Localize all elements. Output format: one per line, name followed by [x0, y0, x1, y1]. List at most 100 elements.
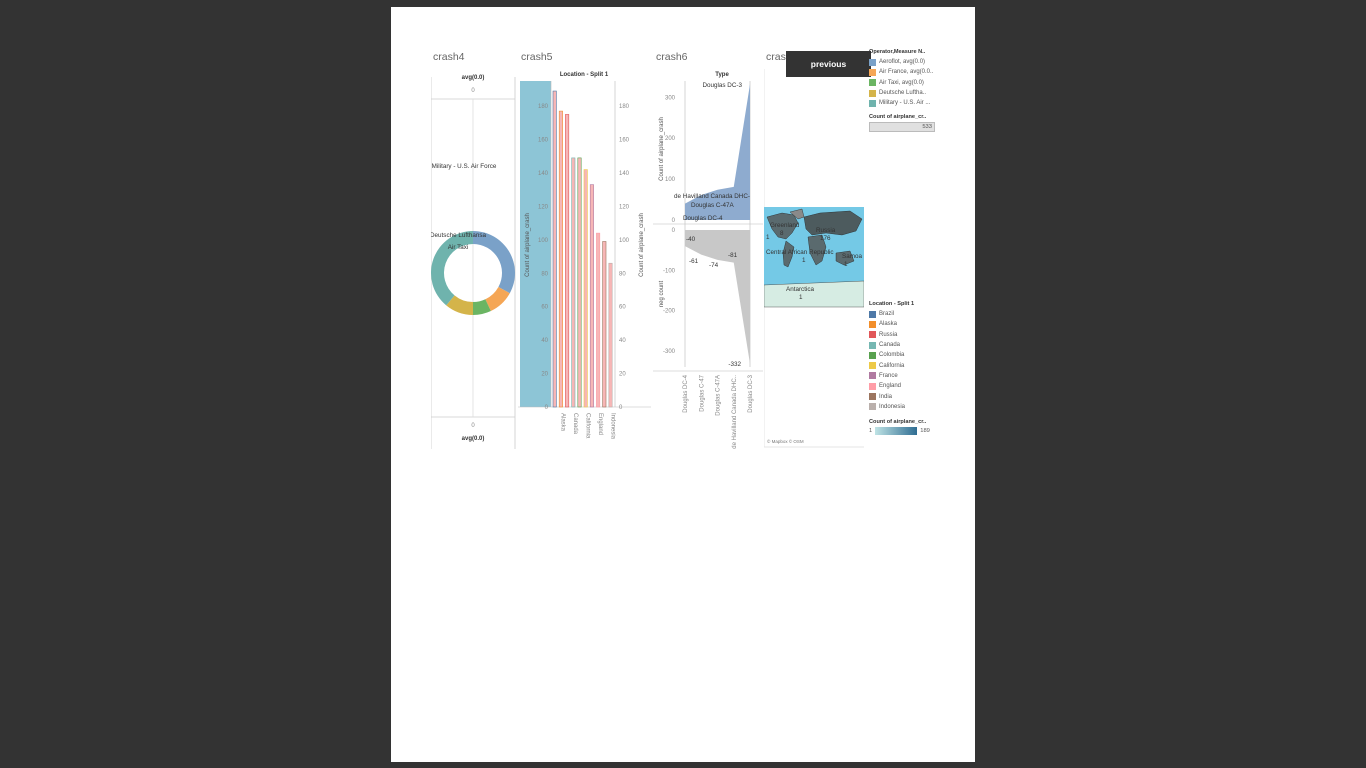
crash4-title: crash4	[433, 51, 465, 63]
operator-legend-item[interactable]: Military - U.S. Air ...	[869, 98, 933, 108]
bar[interactable]	[558, 110, 563, 408]
area-ytick-bottom: -100	[663, 268, 676, 274]
legend-swatch	[869, 68, 876, 76]
operator-legend: Operator,Measure N.. Aeroflot, avg(0.0) A…	[869, 49, 933, 108]
location-legend-item[interactable]: Indonesia	[869, 402, 914, 412]
crash7-map[interactable]: Greenland 8 Russia 176 Central African R…	[764, 69, 864, 449]
area-ytick-top: 100	[665, 177, 676, 183]
area-negative[interactable]	[685, 230, 750, 364]
legend-swatch	[869, 403, 876, 411]
count-legend-bar: 533	[869, 122, 935, 132]
legend-swatch	[869, 99, 876, 107]
bar-ytick-right: 80	[619, 271, 626, 277]
legend-label: Indonesia	[879, 403, 906, 410]
legend-label: Brazil	[879, 311, 895, 318]
crash6-area-chart: Type 0 100 200 300 0 -100 -200 -300 Douglas DC-…	[653, 72, 763, 449]
map-value-central-african-republic: 1	[802, 257, 806, 264]
donut-slice[interactable]	[431, 231, 473, 306]
bar-ytick-left: 120	[538, 204, 549, 210]
operator-legend-title: Operator,Measure N..	[869, 49, 926, 55]
operator-legend-item[interactable]: Air France, avg(0.0..	[869, 67, 933, 77]
bar[interactable]	[577, 157, 582, 408]
area-annotation: de Havilland Canada DHC-	[674, 193, 750, 200]
legend-label: Air Taxi, avg(0.0)	[879, 79, 924, 86]
area-ytick-top: 0	[672, 218, 676, 224]
legend-label: Deutsche Luftha..	[879, 90, 927, 97]
map-label-antarctica: Antarctica	[786, 286, 814, 293]
operator-legend-item[interactable]: Aeroflot, avg(0.0)	[869, 57, 933, 67]
area-annotation: -332	[728, 361, 741, 368]
bar-chart-category-labels: Alaska Canada California England Indonesia	[560, 413, 616, 440]
legend-label: Colombia	[879, 352, 905, 359]
legend-swatch	[869, 310, 876, 318]
bar-ytick-right: 100	[619, 238, 630, 244]
bar-ytick-left: 160	[538, 138, 549, 144]
bar-ytick-left: 80	[541, 271, 548, 277]
area-annotation: -74	[709, 262, 719, 269]
dashboard-page: crash4 avg(0.0) 0 0 avg(0.0) Military - …	[391, 7, 975, 762]
area-chart-ylabel-top: Count of airplane_crash	[659, 117, 665, 181]
location-legend-item[interactable]: Alaska	[869, 319, 914, 329]
legend-label: Military - U.S. Air ...	[879, 100, 931, 107]
operator-legend-item[interactable]: Deutsche Luftha..	[869, 88, 933, 98]
area-ytick-bottom: -300	[663, 349, 676, 355]
donut-slice-label: Military - U.S. Air Force	[432, 163, 497, 170]
crash7-title: cras	[766, 51, 786, 63]
area-annotation: -81	[728, 252, 738, 259]
crash4-donut-chart: avg(0.0) 0 0 avg(0.0) Military - U.S. Ai…	[431, 75, 516, 449]
bar[interactable]	[596, 232, 601, 408]
location-legend-item[interactable]: California	[869, 360, 914, 370]
area-category-label: Douglas C-47	[699, 374, 705, 411]
location-legend-item[interactable]: Colombia	[869, 350, 914, 360]
bar-ytick-right: 20	[619, 372, 626, 378]
donut-top-axis-label: avg(0.0)	[462, 75, 485, 81]
bar-ytick-right: 120	[619, 204, 630, 210]
area-annotation: Douglas DC-3	[702, 82, 742, 89]
bar-category-label: Canada	[572, 413, 578, 435]
legend-label: Aeroflot, avg(0.0)	[879, 59, 926, 66]
bar[interactable]	[552, 90, 557, 408]
area-chart-ylabel-bottom: neg count	[659, 280, 665, 307]
bar-ytick-right: 140	[619, 171, 630, 177]
area-ytick-top: 300	[665, 95, 676, 101]
bar[interactable]	[589, 184, 594, 408]
map-label-samoa: Samoa	[842, 253, 862, 260]
area-category-label: de Havilland Canada DHC..	[732, 375, 738, 449]
donut-slice[interactable]	[473, 231, 515, 294]
gradient-bar	[875, 427, 918, 435]
location-legend-item[interactable]: India	[869, 391, 914, 401]
operator-legend-item[interactable]: Air Taxi, avg(0.0)	[869, 78, 933, 88]
bar[interactable]	[608, 262, 613, 408]
location-legend-item[interactable]: Russia	[869, 330, 914, 340]
legend-swatch	[869, 341, 876, 349]
bar-ytick-right: 180	[619, 104, 630, 110]
previous-button[interactable]: previous	[786, 51, 871, 77]
crash6-title: crash6	[656, 51, 688, 63]
area-ytick-top: 200	[665, 136, 676, 142]
map-value-samoa: 1	[844, 261, 848, 268]
location-legend-item[interactable]: Brazil	[869, 309, 914, 319]
legend-label: France	[879, 372, 898, 379]
bar[interactable]	[565, 114, 570, 408]
bar-ytick-right: 0	[619, 405, 623, 411]
location-legend-item[interactable]: Canada	[869, 340, 914, 350]
legend-swatch	[869, 89, 876, 97]
bar-ytick-right: 60	[619, 305, 626, 311]
area-ytick-bottom: 0	[672, 228, 676, 234]
location-legend-item[interactable]: France	[869, 371, 914, 381]
area-chart-title: Type	[715, 72, 729, 78]
bar[interactable]	[571, 157, 576, 408]
legend-swatch	[869, 362, 876, 370]
map-antarctica	[764, 280, 864, 308]
donut-top-axis-tick: 0	[471, 88, 475, 94]
legend-label: Russia	[879, 331, 898, 338]
legend-swatch	[869, 382, 876, 390]
bar[interactable]	[583, 169, 588, 408]
donut-bottom-axis-label: avg(0.0)	[462, 436, 485, 442]
bar[interactable]	[602, 241, 607, 408]
location-legend-item[interactable]: England	[869, 381, 914, 391]
area-category-label: Douglas DC-3	[748, 374, 754, 412]
bar-ytick-left: 180	[538, 104, 549, 110]
map-value-antarctica: 1	[799, 294, 803, 301]
count-gradient-legend: Count of airplane_cr.. 1 189	[869, 419, 930, 435]
